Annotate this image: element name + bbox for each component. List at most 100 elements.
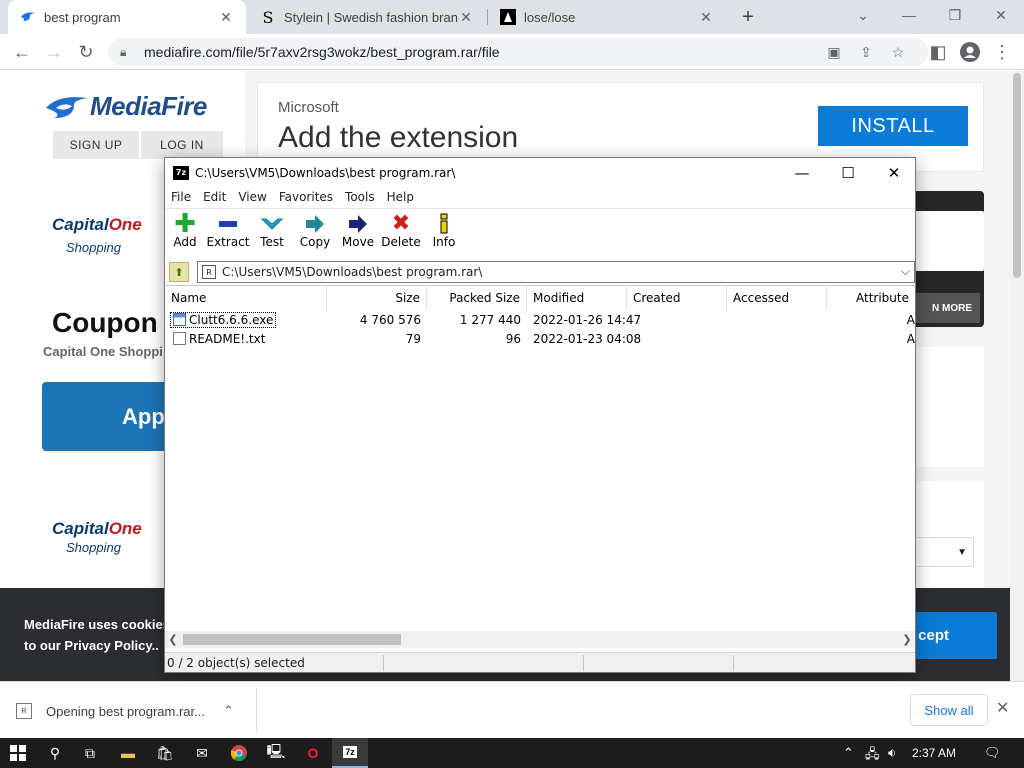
- tool-label: Add: [173, 235, 197, 249]
- test-button[interactable]: Test: [250, 213, 294, 249]
- app-button[interactable]: App: [42, 382, 172, 451]
- check-icon: [260, 213, 284, 235]
- column-header-size[interactable]: Size: [327, 286, 427, 310]
- ad-brand: Microsoft: [278, 99, 339, 116]
- tab-stylein[interactable]: S Stylein | Swedish fashion brand ✕: [248, 0, 486, 34]
- scrollbar-thumb[interactable]: [183, 634, 401, 645]
- store-icon[interactable]: 🛍︎: [147, 738, 183, 768]
- chevron-down-icon[interactable]: ⌵: [901, 264, 910, 279]
- close-window-icon[interactable]: ✕: [978, 0, 1024, 30]
- scroll-left-icon[interactable]: ❮: [165, 631, 181, 648]
- restore-icon[interactable]: ❐: [932, 0, 978, 30]
- path-combobox[interactable]: R C:\Users\VM5\Downloads\best program.ra…: [197, 261, 915, 283]
- reload-icon[interactable]: ↻: [72, 38, 100, 66]
- menu-tools[interactable]: Tools: [339, 190, 381, 204]
- tab-search-chevron-icon[interactable]: ⌄: [840, 0, 886, 30]
- shopping-text: Shopping: [66, 240, 121, 255]
- column-header-name[interactable]: Name: [165, 286, 327, 310]
- volume-icon[interactable]: 🔉︎: [888, 745, 896, 761]
- download-shelf: R Opening best program.rar... ⌃ Show all…: [0, 681, 1024, 738]
- horizontal-scrollbar[interactable]: ❮ ❯: [165, 631, 915, 648]
- download-item[interactable]: R Opening best program.rar... ⌃: [16, 692, 256, 730]
- maximize-icon[interactable]: ☐: [825, 158, 871, 187]
- windows-taskbar: ⚲ ⧉ ▬ 🛍︎ ✉ 🖳 O 7z ⌃ 🖧 🔉︎ 2:37 AM 🗨︎: [0, 738, 1024, 768]
- remote-desktop-icon[interactable]: 🖳: [258, 738, 294, 768]
- tab-strip: best program ✕ S Stylein | Swedish fashi…: [0, 0, 1024, 34]
- clock[interactable]: 2:37 AM: [912, 738, 956, 768]
- accessed-cell: [733, 329, 827, 348]
- capital-one-logo[interactable]: CapitalOne: [52, 215, 142, 235]
- delete-button[interactable]: ✖ Delete: [379, 213, 423, 250]
- file-explorer-icon[interactable]: ▬: [110, 738, 146, 768]
- menu-edit[interactable]: Edit: [197, 190, 232, 204]
- menu-favorites[interactable]: Favorites: [273, 190, 339, 204]
- pip-icon[interactable]: ▣: [824, 44, 844, 60]
- chevron-up-icon[interactable]: ⌃: [223, 703, 234, 719]
- share-icon[interactable]: ⇪: [856, 44, 876, 60]
- forward-arrow-icon[interactable]: →: [40, 38, 68, 66]
- ad-headline: Add the extension: [278, 121, 519, 154]
- column-header-modified[interactable]: Modified: [527, 286, 627, 310]
- page-scrollbar[interactable]: [1010, 71, 1024, 681]
- windows-start-icon[interactable]: [0, 738, 36, 768]
- file-name-cell[interactable]: Clutt6.6.6.exe: [169, 310, 327, 329]
- menu-help[interactable]: Help: [381, 190, 420, 204]
- attributes-cell: A: [906, 331, 915, 346]
- add-button[interactable]: ✚ Add: [163, 211, 207, 249]
- move-button[interactable]: Move: [336, 213, 380, 249]
- task-view-icon[interactable]: ⧉: [72, 738, 108, 768]
- profile-avatar-icon[interactable]: [956, 38, 984, 66]
- sign-up-button[interactable]: SIGN UP: [53, 131, 139, 159]
- menu-view[interactable]: View: [232, 190, 272, 204]
- search-icon[interactable]: ⚲: [37, 738, 73, 768]
- extract-button[interactable]: Extract: [206, 213, 250, 249]
- tray-chevron-up-icon[interactable]: ⌃: [843, 745, 854, 761]
- close-icon[interactable]: ✕: [871, 158, 917, 187]
- show-all-button[interactable]: Show all: [910, 694, 988, 726]
- copy-button[interactable]: Copy: [293, 213, 337, 249]
- close-icon[interactable]: ✕: [698, 9, 714, 26]
- column-header-attributes[interactable]: Attribute: [827, 286, 915, 310]
- table-row[interactable]: README!.txt 79 96 2022-01-23 04:08 A: [165, 329, 915, 348]
- scrollbar-thumb[interactable]: [1013, 73, 1021, 278]
- 7zip-taskbar-icon[interactable]: 7z: [332, 738, 368, 768]
- minimize-icon[interactable]: —: [779, 158, 825, 187]
- address-bar[interactable]: 🔒︎ mediafire.com/file/5r7axv2rsg3wokz/be…: [108, 38, 928, 66]
- menu-file[interactable]: File: [165, 190, 197, 204]
- accessed-cell: [733, 310, 827, 329]
- bookmark-star-icon[interactable]: ☆: [888, 44, 908, 60]
- tab-title: best program: [44, 9, 121, 25]
- table-row[interactable]: Clutt6.6.6.exe 4 760 576 1 277 440 2022-…: [165, 310, 915, 329]
- close-icon[interactable]: ✕: [458, 9, 474, 26]
- menu-kebab-icon[interactable]: ⋮: [988, 38, 1016, 66]
- close-icon[interactable]: ✕: [996, 698, 1009, 718]
- side-panel-icon[interactable]: ◧: [924, 38, 952, 66]
- mail-icon[interactable]: ✉: [184, 738, 220, 768]
- column-header-packed-size[interactable]: Packed Size: [427, 286, 527, 310]
- chrome-icon[interactable]: [221, 738, 257, 768]
- notification-icon[interactable]: 🗨︎: [984, 745, 1001, 761]
- file-name-cell[interactable]: README!.txt: [173, 329, 327, 348]
- tab-lose-lose[interactable]: lose/lose ✕: [488, 0, 726, 34]
- network-icon[interactable]: 🖧: [865, 745, 880, 767]
- install-button[interactable]: INSTALL: [818, 106, 968, 146]
- new-tab-plus-icon[interactable]: +: [730, 0, 766, 34]
- minimize-icon[interactable]: —: [886, 0, 932, 30]
- log-in-button[interactable]: LOG IN: [141, 131, 223, 159]
- scroll-right-icon[interactable]: ❯: [899, 631, 915, 648]
- column-header-accessed[interactable]: Accessed: [727, 286, 827, 310]
- capital-one-logo-2[interactable]: CapitalOne: [52, 519, 142, 539]
- close-icon[interactable]: ✕: [218, 9, 234, 26]
- tab-best-program[interactable]: best program ✕: [8, 0, 246, 34]
- folder-up-icon[interactable]: ⬆: [169, 262, 189, 282]
- browser-toolbar: ← → ↻ 🔒︎ mediafire.com/file/5r7axv2rsg3w…: [0, 34, 1024, 70]
- opera-icon[interactable]: O: [295, 738, 331, 768]
- back-arrow-icon[interactable]: ←: [8, 38, 36, 66]
- tab-title: Stylein | Swedish fashion brand: [284, 9, 458, 25]
- info-button[interactable]: Info: [422, 213, 466, 249]
- 7zip-titlebar[interactable]: 7z C:\Users\VM5\Downloads\best program.r…: [165, 158, 915, 187]
- column-header-created[interactable]: Created: [627, 286, 727, 310]
- 7zip-window: 7z C:\Users\VM5\Downloads\best program.r…: [164, 157, 916, 673]
- move-arrow-icon: [347, 213, 369, 235]
- mediafire-logo[interactable]: MediaFire: [44, 91, 207, 122]
